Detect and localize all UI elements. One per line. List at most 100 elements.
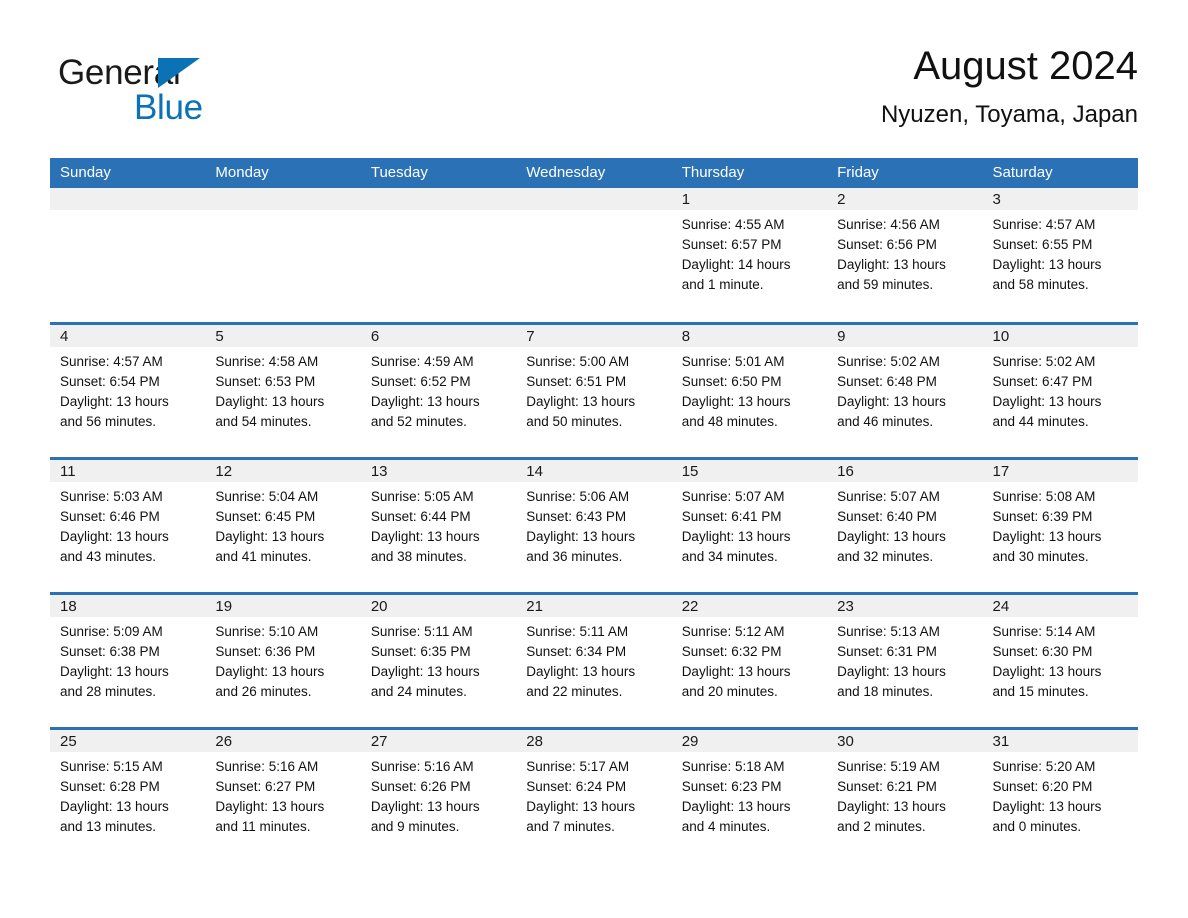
sunset-line: Sunset: 6:52 PM <box>370 373 471 389</box>
sunrise-line: Sunrise: 5:04 AM <box>215 488 319 504</box>
day-details: Sunrise: 5:17 AM Sunset: 6:24 PM Dayligh… <box>516 752 671 837</box>
day-cell[interactable]: 9 Sunrise: 5:02 AM Sunset: 6:48 PM Dayli… <box>827 321 983 458</box>
day-cell[interactable]: 19 Sunrise: 5:10 AM Sunset: 6:36 PM Dayl… <box>205 591 361 728</box>
day-cell[interactable]: 6 Sunrise: 4:59 AM Sunset: 6:52 PM Dayli… <box>360 321 517 458</box>
sunset-line: Sunset: 6:40 PM <box>837 508 937 524</box>
daylight-line-1: Daylight: 14 hours <box>681 257 791 272</box>
day-cell[interactable]: 3 Sunrise: 4:57 AM Sunset: 6:55 PM Dayli… <box>982 188 1138 323</box>
day-cell[interactable]: 13 Sunrise: 5:05 AM Sunset: 6:44 PM Dayl… <box>360 456 517 593</box>
page-subtitle-location: Nyuzen, Toyama, Japan <box>880 101 1138 128</box>
day-cell[interactable]: 20 Sunrise: 5:11 AM Sunset: 6:35 PM Dayl… <box>360 591 517 728</box>
sunrise-line: Sunrise: 5:07 AM <box>681 488 785 504</box>
day-cell[interactable]: 7 Sunrise: 5:00 AM Sunset: 6:51 PM Dayli… <box>516 321 672 458</box>
day-number <box>360 188 517 210</box>
day-cell[interactable]: 23 Sunrise: 5:13 AM Sunset: 6:31 PM Dayl… <box>827 591 983 728</box>
day-number: 20 <box>360 594 517 617</box>
sunrise-line: Sunrise: 5:17 AM <box>526 758 630 774</box>
sunrise-line: Sunrise: 5:11 AM <box>526 623 629 639</box>
day-cell[interactable]: 2 Sunrise: 4:56 AM Sunset: 6:56 PM Dayli… <box>827 188 983 323</box>
day-number: 10 <box>982 324 1138 347</box>
day-cell[interactable] <box>516 188 672 323</box>
day-cell[interactable]: 1 Sunrise: 4:55 AM Sunset: 6:57 PM Dayli… <box>671 188 828 323</box>
daylight-line-1: Daylight: 13 hours <box>526 798 636 814</box>
day-number: 2 <box>827 188 983 210</box>
daylight-line-2: and 50 minutes. <box>526 413 623 429</box>
day-number: 13 <box>360 459 517 482</box>
day-cell[interactable]: 28 Sunrise: 5:17 AM Sunset: 6:24 PM Dayl… <box>516 726 672 863</box>
sunset-line: Sunset: 6:28 PM <box>60 778 160 794</box>
sunset-line: Sunset: 6:21 PM <box>837 778 937 794</box>
daylight-line-2: and 15 minutes. <box>992 683 1089 699</box>
day-details: Sunrise: 5:03 AM Sunset: 6:46 PM Dayligh… <box>50 482 205 567</box>
day-details: Sunrise: 5:12 AM Sunset: 6:32 PM Dayligh… <box>672 617 827 702</box>
sunrise-line: Sunrise: 4:55 AM <box>681 217 785 232</box>
day-cell[interactable]: 26 Sunrise: 5:16 AM Sunset: 6:27 PM Dayl… <box>205 726 361 863</box>
day-cell[interactable]: 30 Sunrise: 5:19 AM Sunset: 6:21 PM Dayl… <box>827 726 983 863</box>
day-cell[interactable]: 11 Sunrise: 5:03 AM Sunset: 6:46 PM Dayl… <box>50 456 206 593</box>
day-details: Sunrise: 5:15 AM Sunset: 6:28 PM Dayligh… <box>50 752 205 837</box>
day-number: 30 <box>827 729 983 752</box>
day-cell[interactable]: 8 Sunrise: 5:01 AM Sunset: 6:50 PM Dayli… <box>671 321 828 458</box>
day-details: Sunrise: 4:57 AM Sunset: 6:54 PM Dayligh… <box>50 347 205 432</box>
day-details <box>50 210 205 215</box>
day-details <box>361 210 516 215</box>
day-cell[interactable]: 5 Sunrise: 4:58 AM Sunset: 6:53 PM Dayli… <box>205 321 361 458</box>
sunrise-line: Sunrise: 4:57 AM <box>60 353 163 369</box>
weekday-header-wednesday: Wednesday <box>516 158 672 188</box>
sunset-line: Sunset: 6:30 PM <box>992 643 1093 659</box>
day-cell[interactable]: 25 Sunrise: 5:15 AM Sunset: 6:28 PM Dayl… <box>50 726 206 863</box>
daylight-line-1: Daylight: 13 hours <box>60 663 169 679</box>
sunset-line: Sunset: 6:26 PM <box>370 778 471 794</box>
day-number: 8 <box>671 324 828 347</box>
day-details: Sunrise: 5:07 AM Sunset: 6:40 PM Dayligh… <box>827 482 982 567</box>
day-details: Sunrise: 5:10 AM Sunset: 6:36 PM Dayligh… <box>205 617 360 702</box>
day-number: 19 <box>205 594 361 617</box>
daylight-line-2: and 59 minutes. <box>837 277 934 292</box>
brand-logo-blue-text: Blue <box>134 88 203 127</box>
daylight-line-2: and 54 minutes. <box>215 413 312 429</box>
day-cell[interactable]: 17 Sunrise: 5:08 AM Sunset: 6:39 PM Dayl… <box>982 456 1138 593</box>
daylight-line-1: Daylight: 13 hours <box>992 257 1102 272</box>
day-details: Sunrise: 5:11 AM Sunset: 6:34 PM Dayligh… <box>516 617 671 702</box>
weekday-header-tuesday: Tuesday <box>360 158 517 188</box>
day-number: 29 <box>671 729 828 752</box>
day-cell[interactable]: 12 Sunrise: 5:04 AM Sunset: 6:45 PM Dayl… <box>205 456 361 593</box>
day-details: Sunrise: 5:16 AM Sunset: 6:27 PM Dayligh… <box>205 752 360 837</box>
calendar-header-row: Sunday Monday Tuesday Wednesday Thursday… <box>50 158 1138 188</box>
day-cell[interactable]: 24 Sunrise: 5:14 AM Sunset: 6:30 PM Dayl… <box>982 591 1138 728</box>
sunrise-line: Sunrise: 5:01 AM <box>681 353 785 369</box>
day-cell[interactable]: 16 Sunrise: 5:07 AM Sunset: 6:40 PM Dayl… <box>827 456 983 593</box>
day-cell[interactable]: 22 Sunrise: 5:12 AM Sunset: 6:32 PM Dayl… <box>671 591 828 728</box>
daylight-line-1: Daylight: 13 hours <box>60 798 169 814</box>
day-cell[interactable] <box>360 188 517 323</box>
sunset-line: Sunset: 6:41 PM <box>681 508 782 524</box>
sunrise-line: Sunrise: 5:05 AM <box>370 488 474 504</box>
day-cell[interactable]: 27 Sunrise: 5:16 AM Sunset: 6:26 PM Dayl… <box>360 726 517 863</box>
day-cell[interactable]: 31 Sunrise: 5:20 AM Sunset: 6:20 PM Dayl… <box>982 726 1138 863</box>
daylight-line-1: Daylight: 13 hours <box>837 798 946 814</box>
daylight-line-1: Daylight: 13 hours <box>526 393 636 409</box>
day-cell[interactable]: 14 Sunrise: 5:06 AM Sunset: 6:43 PM Dayl… <box>516 456 672 593</box>
day-cell[interactable]: 18 Sunrise: 5:09 AM Sunset: 6:38 PM Dayl… <box>50 591 206 728</box>
sunset-line: Sunset: 6:46 PM <box>60 508 160 524</box>
brand-triangle-icon <box>158 58 200 88</box>
day-number: 3 <box>982 188 1138 210</box>
day-cell[interactable] <box>50 188 206 323</box>
day-cell[interactable]: 29 Sunrise: 5:18 AM Sunset: 6:23 PM Dayl… <box>671 726 828 863</box>
day-cell[interactable]: 4 Sunrise: 4:57 AM Sunset: 6:54 PM Dayli… <box>50 321 206 458</box>
day-cell[interactable]: 15 Sunrise: 5:07 AM Sunset: 6:41 PM Dayl… <box>671 456 828 593</box>
sunset-line: Sunset: 6:35 PM <box>370 643 471 659</box>
daylight-line-1: Daylight: 13 hours <box>681 663 791 679</box>
day-number: 14 <box>516 459 672 482</box>
sunset-line: Sunset: 6:55 PM <box>992 237 1093 252</box>
day-number: 26 <box>205 729 361 752</box>
brand-logo[interactable]: General Blue <box>58 53 318 139</box>
day-cell[interactable] <box>205 188 361 323</box>
day-cell[interactable]: 10 Sunrise: 5:02 AM Sunset: 6:47 PM Dayl… <box>982 321 1138 458</box>
day-number <box>50 188 206 210</box>
sunrise-line: Sunrise: 5:08 AM <box>992 488 1096 504</box>
sunset-line: Sunset: 6:45 PM <box>215 508 316 524</box>
sunset-line: Sunset: 6:56 PM <box>837 237 937 252</box>
day-cell[interactable]: 21 Sunrise: 5:11 AM Sunset: 6:34 PM Dayl… <box>516 591 672 728</box>
day-number: 4 <box>50 324 206 347</box>
